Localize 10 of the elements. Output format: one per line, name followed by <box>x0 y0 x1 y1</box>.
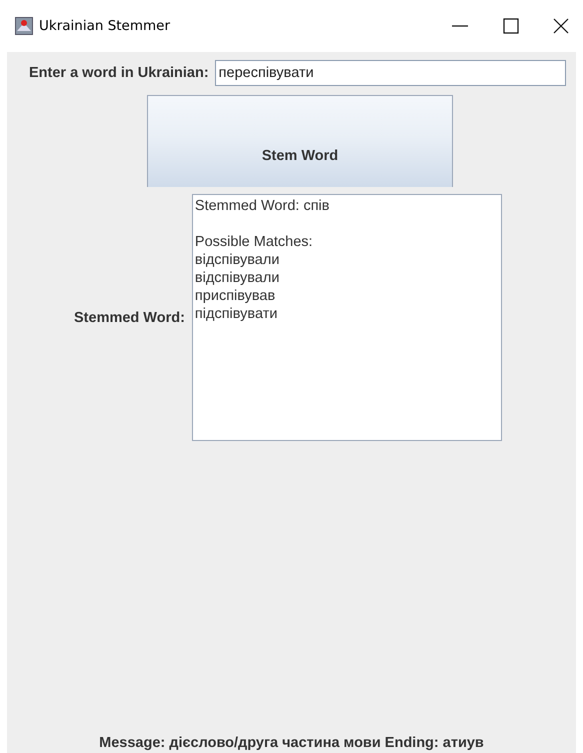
result-text-area[interactable]: Stemmed Word: спів Possible Matches: відспівували відспівували приспівував підспівувати <box>192 194 502 441</box>
word-input-field[interactable]: переспівувати <box>214 60 566 86</box>
window-title: Ukrainian Stemmer <box>39 18 170 34</box>
close-icon[interactable] <box>553 18 569 34</box>
status-message: Message: дієслово/друга частина мови Ending: атиув <box>98 735 485 753</box>
app-icon <box>15 17 33 35</box>
stemmed-word-label: Stemmed Word: <box>74 310 185 326</box>
word-label: Enter a word in Ukrainian: <box>29 65 209 81</box>
stem-word-button[interactable]: Stem Word <box>147 95 453 187</box>
maximize-icon[interactable] <box>503 18 519 34</box>
